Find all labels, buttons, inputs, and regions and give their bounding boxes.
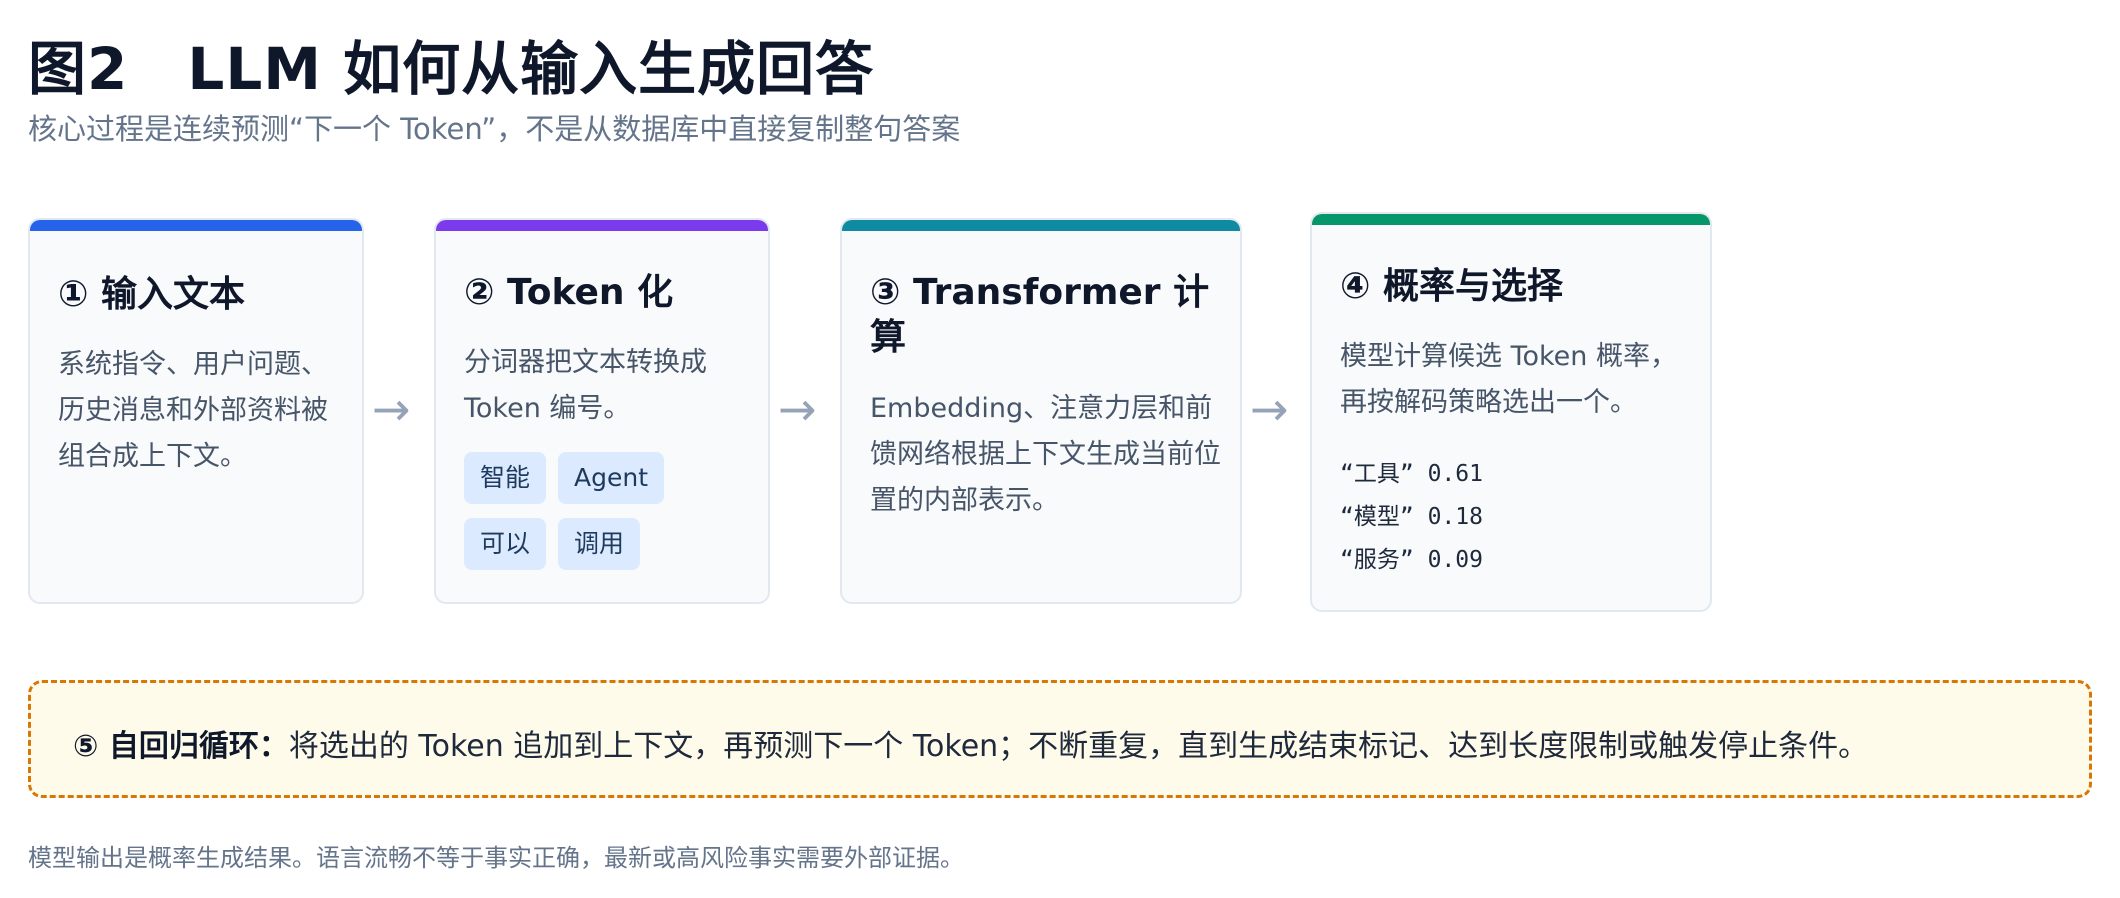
step-description: 分词器把文本转换成 Token 编号。 <box>464 340 707 432</box>
step-description-line: 分词器把文本转换成 <box>464 347 707 378</box>
candidate-prob: 0.09 <box>1427 547 1483 573</box>
autoregressive-loop-box: ⑤ 自回归循环：将选出的 Token 追加到上下文，再预测下一个 Token；不… <box>28 680 2092 798</box>
step-description-line: 模型计算候选 Token 概率， <box>1340 341 1677 372</box>
step-title-line: ③ Transformer 计 <box>870 272 1210 313</box>
step-description-line: 置的内部表示。 <box>870 485 1059 516</box>
step-title-line: 算 <box>870 317 907 358</box>
candidate-probability: “模型” 0.18 <box>1340 497 1483 531</box>
step-description-line: 组合成上下文。 <box>58 441 247 472</box>
step-description-line: 历史消息和外部资料被 <box>58 395 328 426</box>
candidate-prob: 0.61 <box>1427 461 1483 487</box>
step-description-line: 系统指令、用户问题、 <box>58 349 328 380</box>
loop-description: ⑤ 自回归循环：将选出的 Token 追加到上下文，再预测下一个 Token；不… <box>73 721 1868 765</box>
step-description-line: Token 编号。 <box>464 393 631 424</box>
loop-text: 将选出的 Token 追加到上下文，再预测下一个 Token；不断重复，直到生成… <box>288 729 1869 764</box>
step-card-accent-bar <box>436 220 768 231</box>
step-card-accent-bar <box>842 220 1240 231</box>
step-description: Embedding、注意力层和前 馈网络根据上下文生成当前位 置的内部表示。 <box>870 386 1221 524</box>
step-title: ② Token 化 <box>464 272 674 313</box>
flow-arrow-icon: → <box>1250 382 1289 436</box>
step-card-probability: ④ 概率与选择 模型计算候选 Token 概率， 再按解码策略选出一个。 “工具… <box>1310 212 1712 612</box>
step-description-line: 再按解码策略选出一个。 <box>1340 387 1637 418</box>
flow-arrow-icon: → <box>372 382 411 436</box>
figure-subtitle: 核心过程是连续预测“下一个 Token”，不是从数据库中直接复制整句答案 <box>28 112 961 146</box>
step-card-input-text: ① 输入文本 系统指令、用户问题、 历史消息和外部资料被 组合成上下文。 <box>28 218 364 604</box>
step-card-accent-bar <box>1312 214 1710 225</box>
candidate-token: “模型” <box>1340 504 1414 530</box>
step-description-line: Embedding、注意力层和前 <box>870 393 1213 424</box>
candidate-prob: 0.18 <box>1427 504 1483 530</box>
candidate-probability: “服务” 0.09 <box>1340 540 1483 574</box>
step-description: 模型计算候选 Token 概率， 再按解码策略选出一个。 <box>1340 334 1677 426</box>
step-title: ④ 概率与选择 <box>1340 266 1564 307</box>
footnote: 模型输出是概率生成结果。语言流畅不等于事实正确，最新或高风险事实需要外部证据。 <box>28 844 964 872</box>
step-card-tokenize: ② Token 化 分词器把文本转换成 Token 编号。 智能 Agent 可… <box>434 218 770 604</box>
token-chip: 可以 <box>464 518 547 570</box>
step-description-line: 馈网络根据上下文生成当前位 <box>870 439 1221 470</box>
candidate-token: “服务” <box>1340 547 1414 573</box>
figure-title: 图2 LLM 如何从输入生成回答 <box>28 35 875 103</box>
candidate-token: “工具” <box>1340 461 1414 487</box>
loop-label: ⑤ 自回归循环： <box>73 729 289 764</box>
step-title: ① 输入文本 <box>58 274 246 315</box>
candidate-probability: “工具” 0.61 <box>1340 454 1483 488</box>
step-card-transformer: ③ Transformer 计 算 Embedding、注意力层和前 馈网络根据… <box>840 218 1242 604</box>
flow-arrow-icon: → <box>778 382 817 436</box>
step-title: ③ Transformer 计 算 <box>870 270 1209 360</box>
step-description: 系统指令、用户问题、 历史消息和外部资料被 组合成上下文。 <box>58 342 328 480</box>
token-chip: 调用 <box>558 518 641 570</box>
token-chip: Agent <box>558 452 664 504</box>
step-card-accent-bar <box>30 220 362 231</box>
token-chip: 智能 <box>464 452 547 504</box>
